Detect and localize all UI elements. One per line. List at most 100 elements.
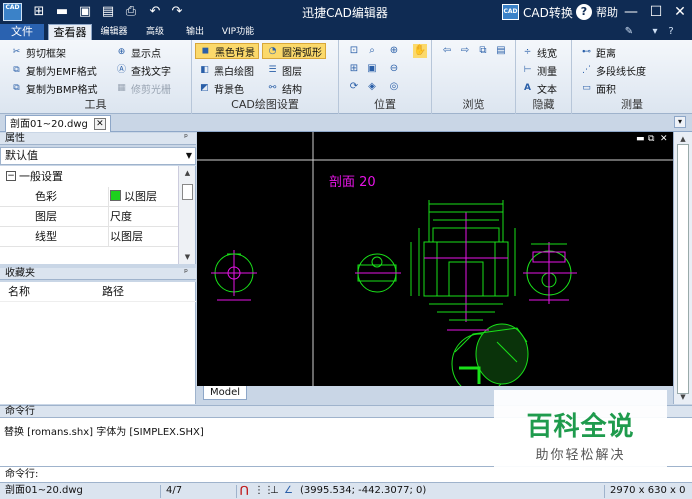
black-white-button[interactable]: ◧ 黑白绘图 — [198, 62, 254, 78]
property-group-label: 一般设置 — [19, 170, 63, 183]
scroll-down-icon[interactable]: ▼ — [179, 250, 196, 264]
page-icon[interactable]: ▤ — [494, 44, 508, 58]
skin-icon[interactable]: ✎ — [622, 25, 636, 39]
property-key: 图层 — [35, 210, 57, 223]
help-small-icon[interactable]: ? — [664, 25, 678, 39]
snap-icon[interactable]: ⊥ — [270, 483, 279, 499]
scroll-up-icon[interactable]: ▲ — [179, 166, 196, 180]
line-width-icon: ÷ — [523, 47, 532, 57]
save-as-icon[interactable]: ▤ — [99, 3, 117, 21]
new-file-icon[interactable]: ⊞ — [30, 3, 48, 21]
arrow-right-icon[interactable]: ⇨ — [458, 44, 472, 58]
minimize-button[interactable]: — — [620, 2, 642, 22]
smooth-arc-button[interactable]: ◔ 圆滑弧形 — [262, 43, 326, 59]
tab-advanced[interactable]: 高级 — [140, 24, 170, 40]
copy-bmp-button[interactable]: ⧉ 复制为BMP格式 — [10, 80, 97, 96]
pan-hand-icon[interactable]: ✋ — [413, 44, 427, 58]
cad-drawing: 剖面 20 — [197, 132, 673, 386]
rotate-icon[interactable]: ⟳ — [347, 80, 361, 94]
clip-frame-button[interactable]: ✂ 剪切框架 — [10, 44, 66, 60]
structure-button[interactable]: ⚯ 结构 — [266, 80, 302, 96]
collapse-icon[interactable]: − — [6, 171, 16, 181]
redo-icon[interactable]: ↷ — [168, 3, 186, 21]
command-output-line: 替换 [romans.shx] 字体为 [SIMPLEX.SHX] — [4, 427, 204, 438]
properties-scrollbar[interactable]: ▲ ▼ — [178, 166, 195, 264]
zoom-window-icon[interactable]: ⌕ — [365, 44, 379, 58]
find-text-button[interactable]: Ⓐ 查找文字 — [115, 62, 171, 78]
command-input[interactable] — [50, 469, 670, 481]
undo-icon[interactable]: ↶ — [146, 3, 164, 21]
three-d-icon[interactable]: ◈ — [365, 80, 379, 94]
scroll-down-icon[interactable]: ▼ — [675, 390, 691, 404]
ruler-icon: ⊢ — [523, 65, 532, 75]
pin-icon[interactable]: ᵖ — [184, 133, 188, 144]
distance-button[interactable]: ⊷ 距离 — [580, 44, 616, 60]
property-row-layer[interactable]: 图层 尺度 — [0, 207, 178, 227]
copy-emf-button[interactable]: ⧉ 复制为EMF格式 — [10, 62, 96, 78]
pin-icon[interactable]: ᵖ — [184, 268, 188, 279]
column-name[interactable]: 名称 — [8, 282, 30, 302]
command-input-row: 命令行: — [0, 466, 692, 482]
properties-selector[interactable]: 默认值 ▼ — [0, 147, 196, 165]
close-button[interactable]: ✕ — [669, 2, 691, 22]
show-points-button[interactable]: ⊕ 显示点 — [115, 44, 161, 60]
group-label-tools: 工具 — [84, 98, 107, 111]
save-icon[interactable]: ▣ — [76, 3, 94, 21]
export-icon[interactable]: ⧉ — [476, 44, 490, 58]
drawing-canvas[interactable]: 剖面 20 — [197, 132, 673, 386]
collapse-ribbon-icon[interactable]: ▾ — [648, 25, 662, 39]
tab-file[interactable]: 文件 — [0, 24, 44, 40]
maximize-button[interactable]: ☐ — [645, 2, 667, 22]
group-label-hide: 隐藏 — [532, 98, 555, 111]
frame-icon[interactable]: ▣ — [365, 62, 379, 76]
orbit-icon[interactable]: ◎ — [387, 80, 401, 94]
favorites-title: 收藏夹 — [5, 268, 35, 279]
cad-convert-button[interactable]: CAD CAD转换 — [502, 3, 573, 21]
polyline-length-button[interactable]: ⋰ 多段线长度 — [580, 62, 646, 78]
ortho-icon[interactable]: ⋂ — [240, 483, 248, 499]
polar-icon[interactable]: ∠ — [284, 483, 293, 499]
text-toggle-button[interactable]: A 文本 — [521, 80, 557, 96]
line-width-button[interactable]: ÷ 线宽 — [521, 44, 557, 60]
raster-icon: ▦ — [117, 83, 126, 93]
scroll-thumb[interactable] — [677, 144, 689, 394]
scroll-thumb[interactable] — [182, 184, 193, 200]
arrow-left-icon[interactable]: ⇦ — [440, 44, 454, 58]
layers-button[interactable]: ☰ 图层 — [266, 62, 302, 78]
open-folder-icon[interactable]: ▬ — [53, 3, 71, 21]
zoom-extents-icon[interactable]: ⊡ — [347, 44, 361, 58]
tab-viewer[interactable]: 查看器 — [48, 24, 92, 40]
measure-toggle-button[interactable]: ⊢ 测量 — [521, 62, 557, 78]
cad-convert-label: CAD转换 — [523, 5, 573, 20]
document-tab[interactable]: 剖面01~20.dwg ✕ — [5, 115, 111, 132]
tab-editor[interactable]: 编辑器 — [96, 24, 132, 40]
black-background-button[interactable]: ◼ 黑色背景 — [195, 43, 259, 59]
fit-icon[interactable]: ⊞ — [347, 62, 361, 76]
property-row-color[interactable]: 色彩 以图层 — [0, 187, 178, 207]
black-bg-icon: ◼ — [201, 46, 210, 56]
trim-raster-button[interactable]: ▦ 修剪光栅 — [115, 80, 171, 96]
drawing-title: 剖面 20 — [329, 175, 376, 190]
scissors-icon: ✂ — [12, 47, 21, 57]
app-logo[interactable]: CAD — [3, 3, 22, 21]
canvas-scrollbar[interactable]: ▲ ▼ — [673, 132, 692, 404]
column-path[interactable]: 路径 — [102, 282, 124, 302]
canvas-minimize-icon[interactable]: ▬ — [636, 134, 645, 144]
canvas-close-icon[interactable]: ✕ — [660, 134, 668, 144]
property-row-linetype[interactable]: 线型 以图层 — [0, 227, 178, 247]
property-group-general[interactable]: − 一般设置 — [0, 166, 178, 187]
close-icon[interactable]: ✕ — [93, 118, 106, 130]
tab-list-dropdown[interactable]: ▾ — [674, 116, 686, 128]
help-button[interactable]: ? 帮助 — [576, 3, 618, 21]
tab-output[interactable]: 输出 — [180, 24, 210, 40]
tab-vip[interactable]: VIP功能 — [218, 24, 258, 40]
area-button[interactable]: ▭ 面积 — [580, 80, 616, 96]
zoom-out-icon[interactable]: ⊖ — [387, 62, 401, 76]
print-icon[interactable]: ⎙ — [122, 3, 140, 21]
property-key: 色彩 — [35, 190, 57, 203]
tab-model[interactable]: Model — [203, 386, 248, 400]
zoom-in-icon[interactable]: ⊕ — [387, 44, 401, 58]
background-color-button[interactable]: ◩ 背景色 — [198, 80, 244, 96]
canvas-restore-icon[interactable]: ⧉ — [648, 134, 654, 144]
layers-icon: ☰ — [268, 65, 277, 75]
